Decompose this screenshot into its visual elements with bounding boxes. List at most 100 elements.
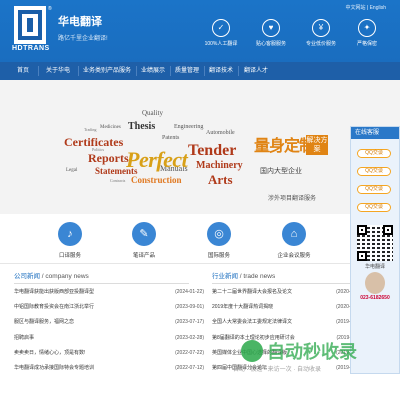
banner-gold-title: 量身定制	[254, 138, 315, 155]
people-icon: ✓	[212, 19, 230, 37]
service-international[interactable]: ◎ 国际服务	[189, 222, 249, 259]
list-item[interactable]: 服区与翻译服务，福网之恋	[14, 316, 74, 328]
watermark-logo-icon	[241, 340, 263, 362]
logo[interactable]	[14, 6, 46, 44]
qq-chat-button[interactable]: QQ交谈	[357, 167, 391, 176]
language-links[interactable]: 中文网站 | English	[346, 4, 386, 11]
word-cloud-term: Quality	[142, 109, 163, 117]
word-cloud-term: Machinery	[196, 160, 243, 171]
nav-divider	[170, 66, 171, 76]
qr-finder	[357, 225, 367, 235]
qr-finder	[383, 225, 393, 235]
hero-banner[interactable]: Quality Thesis Medicines Trading Engineering…	[0, 80, 400, 214]
site-header: ® HDTRANS 华电翻译 路亿千里企业翻译! 中文网站 | English …	[0, 0, 400, 62]
service-interpreting[interactable]: ♪ 口译服务	[40, 222, 100, 259]
list-item[interactable]: 第二十二届世界翻译大会报名及论文	[212, 286, 292, 298]
word-cloud-term: Patents	[162, 135, 180, 141]
list-item[interactable]: 华电翻译成功承接国际特会专题培训	[14, 362, 94, 374]
feature-low-price: ¥ 专业低价服务	[296, 19, 346, 47]
document-icon: ✎	[132, 222, 156, 246]
news-date: (2022-07-22)	[175, 350, 204, 356]
word-cloud-term: Medicines	[100, 125, 121, 130]
nav-item-products[interactable]: 产品服务	[104, 62, 134, 80]
word-cloud-term: Arts	[208, 172, 233, 187]
nav-item-about[interactable]: 关于华电	[40, 62, 76, 80]
nav-item-talent[interactable]: 翻译人才	[240, 62, 272, 80]
news-date: (2022-07-12)	[175, 365, 204, 371]
trade-news-title[interactable]: 行业新闻	[212, 273, 238, 280]
service-label: 笔译产品	[132, 253, 155, 259]
company-news-title[interactable]: 公司新闻	[14, 273, 40, 280]
nav-divider	[238, 66, 239, 76]
feature-label: 100%人工翻译	[204, 41, 238, 47]
nav-item-technology[interactable]: 翻译技术	[206, 62, 236, 80]
word-cloud-term: Contracts	[110, 178, 126, 183]
nav-divider	[204, 66, 205, 76]
avatar	[365, 272, 385, 294]
feature-label: 贴心客服服务	[255, 41, 286, 47]
word-cloud-term: Engineering	[174, 124, 204, 130]
online-service-title: 在线客服	[351, 127, 399, 139]
company-news-heading: 公司新闻 / company news	[14, 270, 89, 282]
nav-item-cases[interactable]: 业绩展示	[138, 62, 168, 80]
custom-solution-card: 量身定制 解决方案 国内大型企业 涉外项目翻译服务	[254, 132, 336, 202]
logo-mark-icon	[18, 10, 42, 40]
building-icon: ⌂	[282, 222, 306, 246]
qq-chat-button[interactable]: QQ交谈	[357, 149, 391, 158]
nav-item-quality[interactable]: 质量管理	[172, 62, 202, 80]
lock-icon: ✦	[358, 19, 376, 37]
banner-line: 国内大型企业	[260, 168, 302, 175]
feature-customer-service: ♥ 贴心客服服务	[246, 19, 296, 47]
brand-name: 华电翻译	[58, 16, 102, 28]
news-date: (2023-09-01)	[175, 304, 204, 310]
qr-label: 华电翻译	[364, 264, 385, 270]
qr-finder	[357, 251, 367, 261]
banner-line: 涉外项目翻译服务	[268, 196, 317, 202]
word-cloud-term: Automobile	[206, 130, 235, 136]
service-label: 口译服务	[58, 253, 81, 259]
globe-icon: ◎	[207, 222, 231, 246]
logo-registered-mark: ®	[48, 6, 52, 12]
heart-icon: ♥	[262, 19, 280, 37]
news-divider	[14, 283, 189, 284]
nav-divider	[38, 66, 39, 76]
service-label: 企业会议服务	[277, 253, 311, 259]
qq-chat-button[interactable]: QQ交谈	[357, 185, 391, 194]
qq-chat-button[interactable]: QQ交谈	[357, 203, 391, 212]
list-item[interactable]: 中铝国际教育投资会在南江浙北举行	[14, 301, 94, 313]
word-cloud-term: Trading	[84, 127, 97, 132]
word-cloud-term: Thesis	[128, 121, 156, 132]
feature-human-translation: ✓ 100%人工翻译	[196, 19, 246, 47]
nav-item-home[interactable]: 首页	[10, 62, 36, 80]
list-item[interactable]: 卖卖卖日，情绪心心，顶是有数!	[14, 347, 85, 359]
pay-icon: ¥	[312, 19, 330, 37]
phone-number: 023-6182650	[360, 295, 390, 301]
banner-perfect-text: Perfect	[126, 147, 188, 172]
service-conference[interactable]: ⌂ 企业会议服务	[264, 222, 324, 259]
watermark: 自动秒收录 自动 · 极速 · 来访一次 · 自动收录	[225, 332, 400, 400]
company-news-title-en: / company news	[40, 273, 89, 280]
list-item[interactable]: 招聘启事	[14, 332, 34, 344]
service-label: 国际服务	[207, 253, 230, 259]
nav-divider	[78, 66, 79, 76]
word-cloud-term: Construction	[131, 175, 182, 185]
news-date: (2023-02-28)	[175, 335, 204, 341]
list-item[interactable]: 华电翻译获能出获版西部亚投翻译型	[14, 286, 94, 298]
word-cloud-term: Tender	[188, 142, 237, 159]
service-translation[interactable]: ✎ 笔译产品	[114, 222, 174, 259]
watermark-text: 自动秒收录	[267, 342, 357, 362]
news-date: (2023-07-17)	[175, 319, 204, 325]
watermark-subtext: 自动 · 极速 · 来访一次 · 自动收录	[233, 367, 321, 373]
news-date: (2024-01-22)	[175, 289, 204, 295]
list-item[interactable]: 2019年度十大翻译热词揭晓	[212, 301, 273, 313]
feature-label: 专业低价服务	[305, 41, 336, 47]
news-divider	[212, 283, 370, 284]
brand-slogan: 路亿千里企业翻译!	[58, 36, 108, 42]
list-item[interactable]: 全国人大常委会法工委规定法律译文	[212, 316, 292, 328]
feature-label: 严格保密	[356, 41, 377, 47]
logo-text: HDTRANS	[12, 45, 50, 52]
trade-news-title-en: / trade news	[238, 273, 276, 280]
word-cloud-term: Legal	[66, 168, 78, 173]
main-nav: 首页 关于华电 业务类别 产品服务 业绩展示 质量管理 翻译技术 翻译人才	[0, 62, 400, 80]
word-cloud-term: Reports	[88, 151, 129, 165]
